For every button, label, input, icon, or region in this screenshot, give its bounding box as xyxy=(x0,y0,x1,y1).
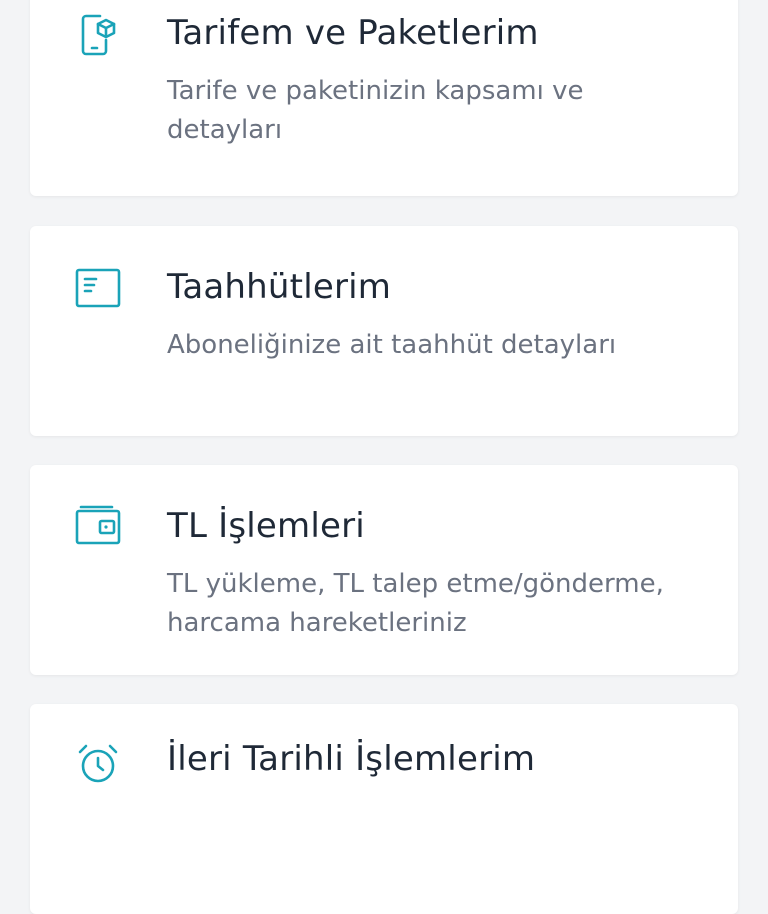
menu-card-description: Aboneliğinize ait taahhüt detayları xyxy=(167,330,617,360)
menu-card-tariff-packages[interactable]: Tarifem ve Paketlerim Tarife ve paketini… xyxy=(30,0,738,196)
menu-card-scheduled-transactions[interactable]: İleri Tarihli İşlemlerim xyxy=(30,704,738,914)
menu-card-tl-transactions[interactable]: TL İşlemleri TL yükleme, TL talep etme/g… xyxy=(30,465,738,675)
menu-card-title: TL İşlemleri xyxy=(167,506,365,546)
menu-card-title: İleri Tarihli İşlemlerim xyxy=(167,739,536,779)
menu-card-description: TL yükleme, TL talep etme/gönderme, harc… xyxy=(167,569,664,638)
contract-document-icon xyxy=(74,264,122,312)
wallet-icon xyxy=(74,501,122,549)
alarm-clock-icon xyxy=(74,740,122,788)
menu-card-commitments[interactable]: Taahhütlerim Aboneliğinize ait taahhüt d… xyxy=(30,226,738,436)
menu-card-title: Taahhütlerim xyxy=(167,267,392,307)
menu-card-title: Tarifem ve Paketlerim xyxy=(167,13,539,53)
menu-card-description: Tarife ve paketinizin kapsamı ve detayla… xyxy=(167,76,584,145)
phone-package-icon xyxy=(74,8,122,56)
